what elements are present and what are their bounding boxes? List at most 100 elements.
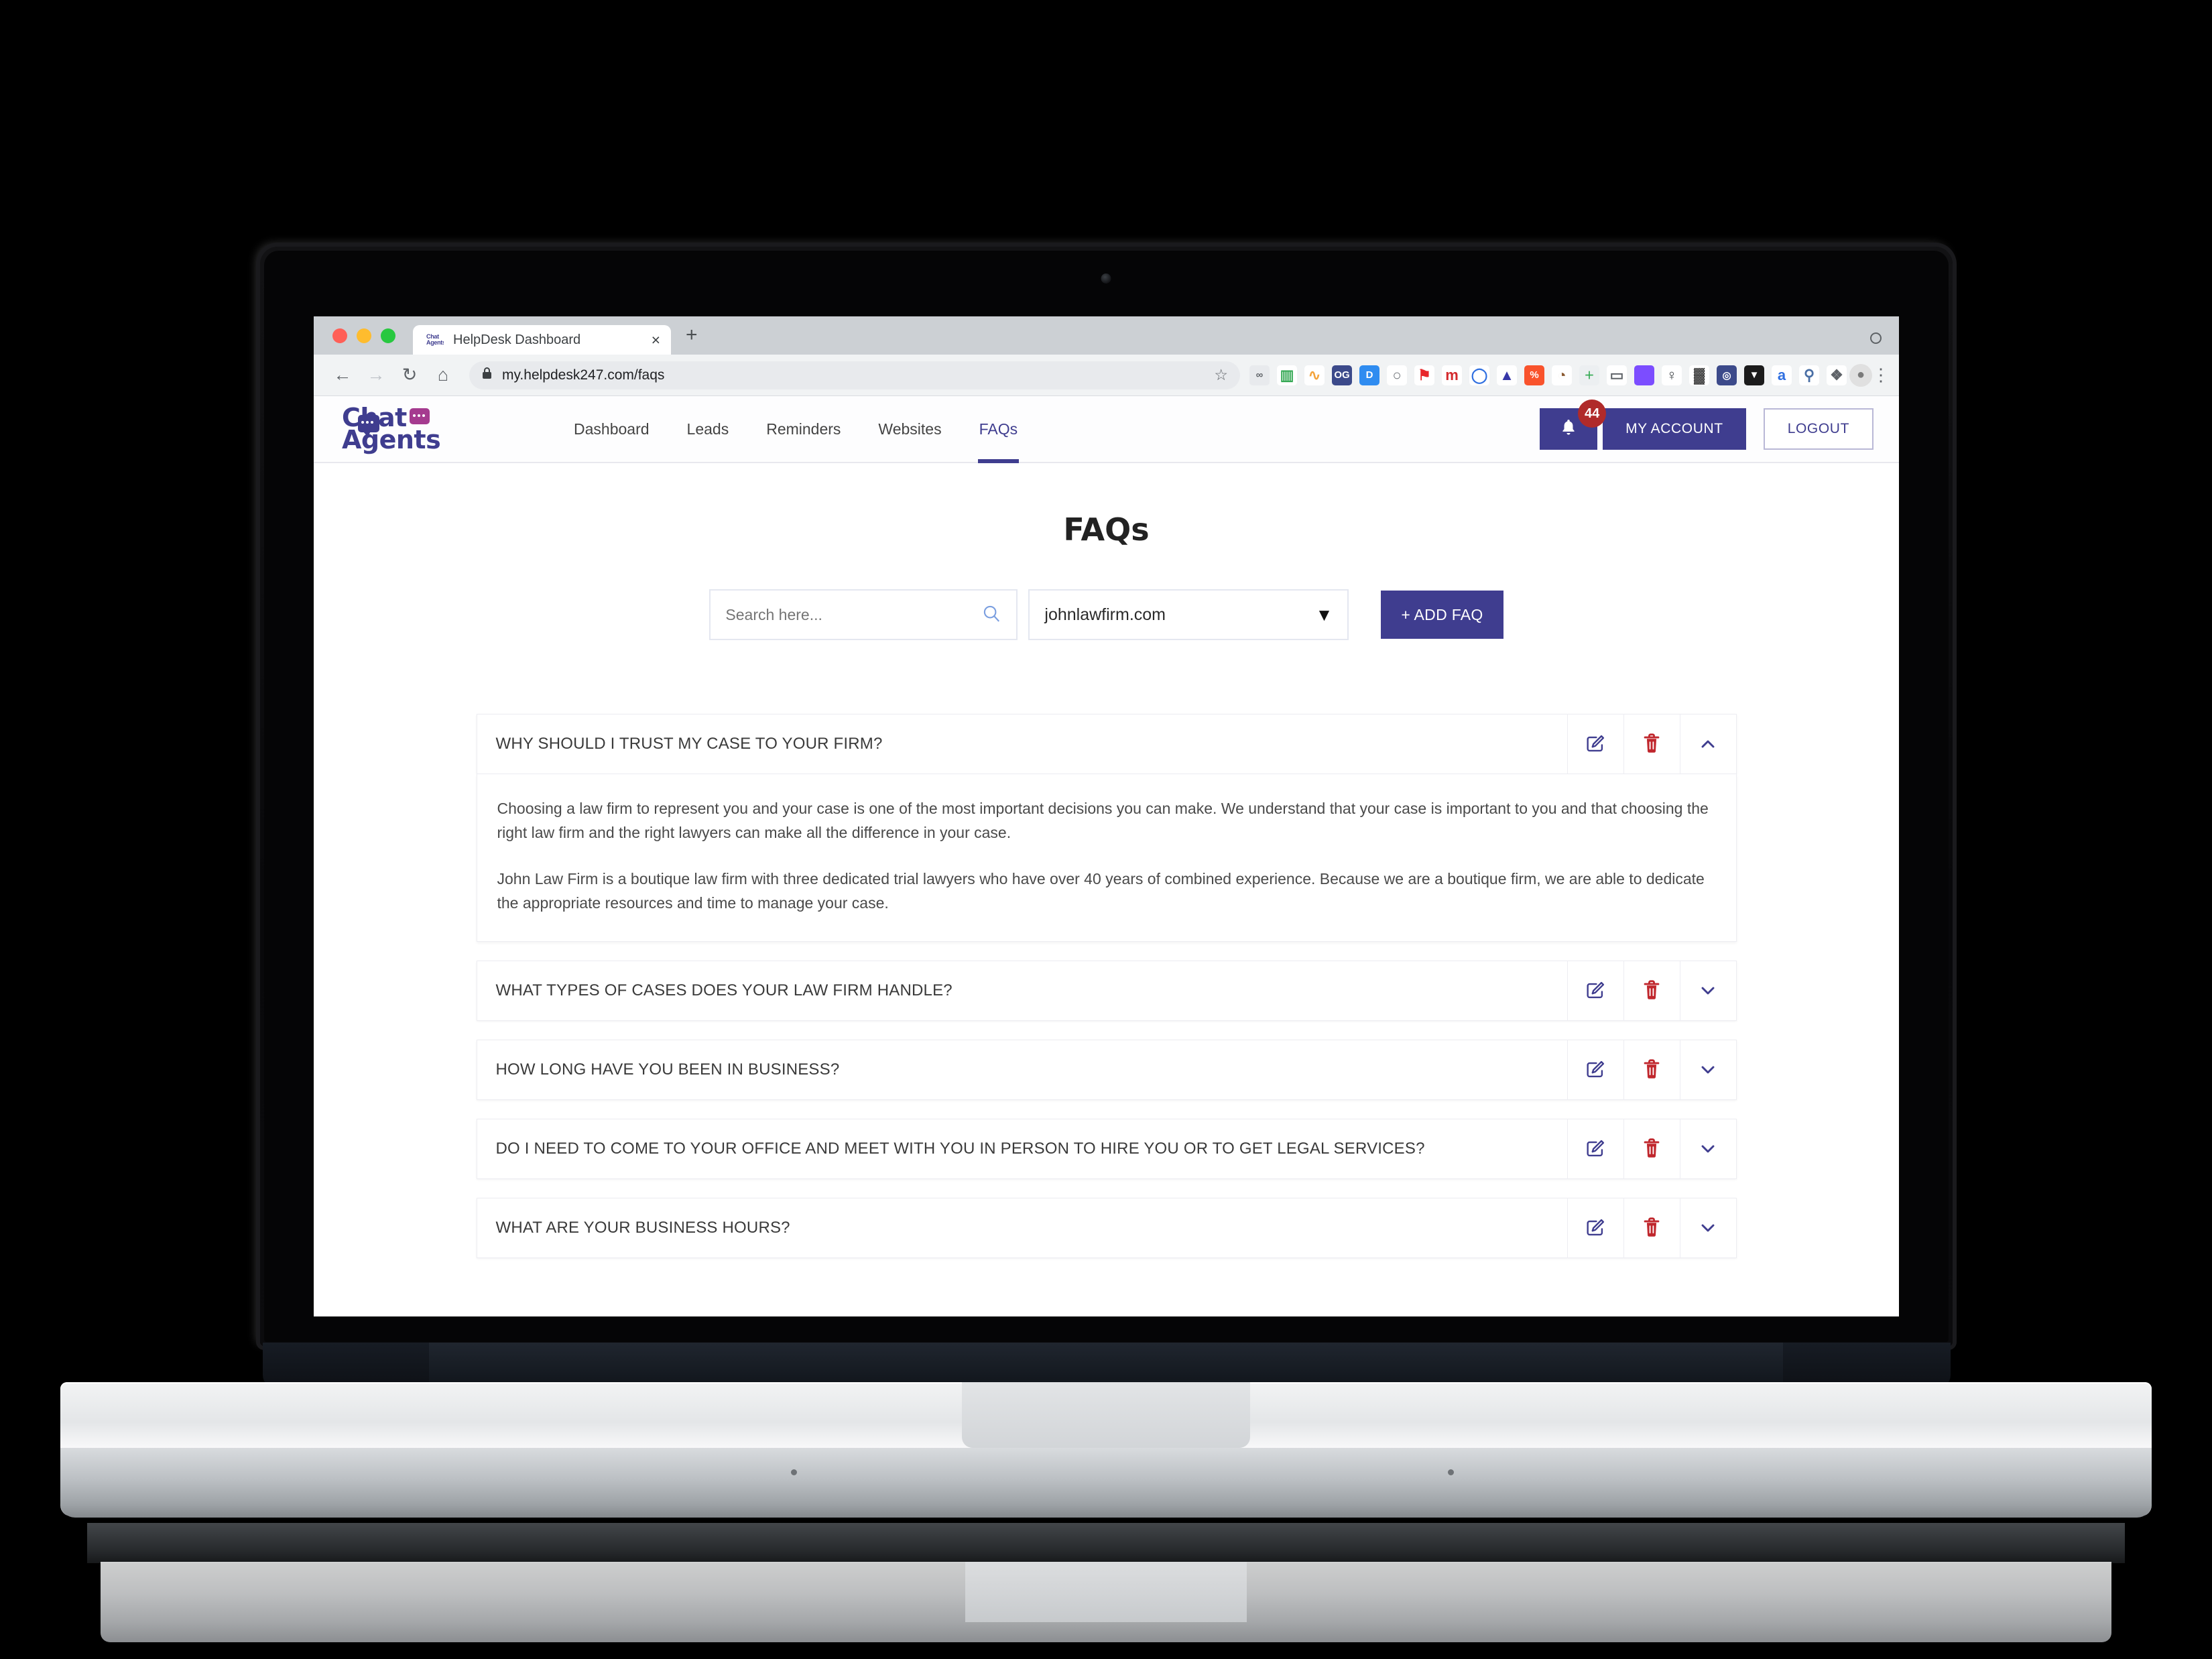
faq-header[interactable]: WHY SHOULD I TRUST MY CASE TO YOUR FIRM?	[476, 714, 1737, 774]
laptop-base-screw-left	[791, 1469, 797, 1475]
minimize-window-button[interactable]	[357, 328, 371, 343]
faq-edit-icon[interactable]	[1566, 1040, 1623, 1099]
laptop-base-notch	[962, 1382, 1250, 1448]
website-select[interactable]: johnlawfirm.com ▼	[1028, 589, 1349, 640]
tab-favicon-icon: Chat Agents	[426, 331, 444, 349]
faq-filters: johnlawfirm.com ▼ + ADD FAQ	[314, 589, 1899, 640]
faq-question[interactable]: WHY SHOULD I TRUST MY CASE TO YOUR FIRM?	[477, 715, 1567, 774]
triangle-extension-icon[interactable]: ▲	[1497, 365, 1517, 385]
home-button[interactable]: ⌂	[426, 365, 460, 385]
person-extension-icon[interactable]: ♀	[1662, 365, 1682, 385]
faq-edit-icon[interactable]	[1566, 715, 1623, 774]
faq-edit-icon[interactable]	[1566, 1119, 1623, 1178]
color-squares-extension-icon[interactable]	[1634, 365, 1654, 385]
faq-header[interactable]: DO I NEED TO COME TO YOUR OFFICE AND MEE…	[476, 1118, 1737, 1179]
red-flag-extension-icon[interactable]: ⚑	[1414, 365, 1434, 385]
browser-tab[interactable]: Chat Agents HelpDesk Dashboard ×	[413, 325, 671, 355]
close-window-button[interactable]	[332, 328, 347, 343]
faq-question[interactable]: WHAT ARE YOUR BUSINESS HOURS?	[477, 1199, 1567, 1257]
brand-logo[interactable]: Chat Agents	[342, 404, 476, 452]
faq-question[interactable]: HOW LONG HAVE YOU BEEN IN BUSINESS?	[477, 1040, 1567, 1099]
address-bar[interactable]: my.helpdesk247.com/faqs ☆	[469, 361, 1240, 389]
faq-header[interactable]: HOW LONG HAVE YOU BEEN IN BUSINESS?	[476, 1039, 1737, 1100]
faq-edit-icon[interactable]	[1566, 961, 1623, 1020]
faq-header[interactable]: WHAT TYPES OF CASES DOES YOUR LAW FIRM H…	[476, 960, 1737, 1021]
faq-collapse-icon[interactable]	[1679, 715, 1736, 774]
amazon-extension-icon[interactable]: a	[1772, 365, 1792, 385]
magnifier-extension-icon[interactable]: ⚲	[1799, 365, 1819, 385]
percent-extension-icon[interactable]: %	[1524, 365, 1544, 385]
chrome-menu-icon[interactable]: ⋮	[1872, 366, 1890, 383]
browser-window: Chat Agents HelpDesk Dashboard × + ← → ↻…	[314, 316, 1899, 1316]
faq-expand-icon[interactable]	[1679, 1198, 1736, 1257]
faq-header[interactable]: WHAT ARE YOUR BUSINESS HOURS?	[476, 1197, 1737, 1258]
reload-button[interactable]: ↻	[393, 365, 426, 385]
chrome-status-icon[interactable]	[1870, 332, 1882, 344]
spreadsheet-extension-icon[interactable]: ▥	[1277, 365, 1297, 385]
lock-icon	[481, 367, 493, 384]
laptop-reflection-notch	[965, 1562, 1247, 1622]
ring-extension-icon[interactable]: ◯	[1469, 365, 1489, 385]
my-account-button[interactable]: MY ACCOUNT	[1603, 408, 1746, 450]
add-faq-button[interactable]: + ADD FAQ	[1381, 591, 1503, 639]
faq-expand-icon[interactable]	[1679, 1040, 1736, 1099]
faq-edit-icon[interactable]	[1566, 1198, 1623, 1257]
faq-item: WHY SHOULD I TRUST MY CASE TO YOUR FIRM?…	[476, 714, 1737, 942]
faq-list: WHY SHOULD I TRUST MY CASE TO YOUR FIRM?…	[476, 714, 1737, 1258]
url-text: my.helpdesk247.com/faqs	[502, 367, 665, 383]
link-extension-icon[interactable]: ∞	[1249, 365, 1270, 385]
back-button[interactable]: ←	[326, 365, 359, 385]
chevron-down-icon[interactable]: ▼	[1316, 606, 1333, 623]
page-title: FAQs	[1063, 511, 1150, 548]
faq-question[interactable]: WHAT TYPES OF CASES DOES YOUR LAW FIRM H…	[477, 961, 1567, 1020]
faq-item: WHAT ARE YOUR BUSINESS HOURS?	[476, 1197, 1737, 1258]
og-extension-icon[interactable]: OG	[1332, 365, 1352, 385]
m-extension-icon[interactable]: m	[1442, 365, 1462, 385]
bubble-dots-blue-icon	[361, 420, 373, 424]
d-extension-icon[interactable]: D	[1359, 365, 1379, 385]
faq-question[interactable]: DO I NEED TO COME TO YOUR OFFICE AND MEE…	[477, 1119, 1567, 1178]
search-icon[interactable]	[981, 603, 1001, 627]
faq-delete-icon[interactable]	[1623, 961, 1680, 1020]
robot-extension-icon[interactable]: ▭	[1607, 365, 1627, 385]
window-controls[interactable]	[314, 328, 395, 355]
spiral-extension-icon[interactable]: ◎	[1717, 365, 1737, 385]
close-tab-icon[interactable]: ×	[652, 332, 660, 348]
notifications-button[interactable]: 44	[1540, 400, 1607, 450]
extensions-strip: ∞ ▥ ∿ OG D ○ ⚑ m ◯ ▲% ◔ ＋ ▭ ♀ ▓ ◎ ▼ a ⚲ ❖	[1249, 365, 1849, 385]
faq-expand-icon[interactable]	[1679, 961, 1736, 1020]
bell-icon	[1560, 418, 1577, 440]
faq-expand-icon[interactable]	[1679, 1119, 1736, 1178]
nav-item-reminders[interactable]: Reminders	[747, 396, 859, 462]
navbar-right: 44 MY ACCOUNT LOGOUT	[1540, 400, 1873, 450]
nav-item-leads[interactable]: Leads	[668, 396, 748, 462]
maximize-window-button[interactable]	[381, 328, 395, 343]
app-navbar: Chat Agents DashboardLeadsRemindersWebsi…	[314, 396, 1899, 463]
faq-delete-icon[interactable]	[1623, 715, 1680, 774]
search-box[interactable]	[709, 589, 1018, 640]
ghost-extension-icon[interactable]: ○	[1387, 365, 1407, 385]
notification-count-badge: 44	[1578, 400, 1607, 428]
faq-answer-paragraph: Choosing a law firm to represent you and…	[497, 800, 1709, 841]
faq-delete-icon[interactable]	[1623, 1119, 1680, 1178]
faq-delete-icon[interactable]	[1623, 1198, 1680, 1257]
dog-extension-icon[interactable]: ◔	[1552, 365, 1572, 385]
new-tab-button[interactable]: +	[686, 324, 698, 355]
browser-tabbar: Chat Agents HelpDesk Dashboard × +	[314, 316, 1899, 355]
faq-delete-icon[interactable]	[1623, 1040, 1680, 1099]
search-input[interactable]	[725, 605, 974, 624]
add-extension-icon[interactable]: ＋	[1579, 365, 1599, 385]
logout-button[interactable]: LOGOUT	[1763, 408, 1873, 450]
laptop-base-lip	[60, 1448, 2152, 1518]
nav-item-websites[interactable]: Websites	[859, 396, 960, 462]
bookmark-star-icon[interactable]: ☆	[1214, 366, 1228, 384]
nav-item-dashboard[interactable]: Dashboard	[555, 396, 668, 462]
laptop-reflection-strip	[87, 1523, 2125, 1563]
shield-extension-icon[interactable]: ▼	[1744, 365, 1764, 385]
analytics-extension-icon[interactable]: ∿	[1304, 365, 1325, 385]
nav-item-faqs[interactable]: FAQs	[961, 396, 1037, 463]
puzzle-extension-icon[interactable]: ❖	[1827, 365, 1847, 385]
graffiti-extension-icon[interactable]: ▓	[1689, 365, 1709, 385]
forward-button[interactable]: →	[359, 365, 393, 385]
profile-avatar[interactable]: ●	[1849, 363, 1872, 387]
